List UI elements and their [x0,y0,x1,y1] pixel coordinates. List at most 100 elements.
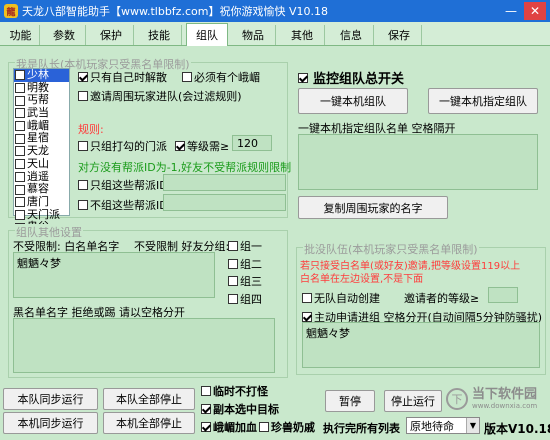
sect-checkbox[interactable] [15,95,25,106]
monitor-switch-checkbox[interactable] [298,72,308,83]
sect-checkbox[interactable] [15,146,25,157]
group1-checkbox[interactable] [228,241,238,251]
invite-nearby-checkbox[interactable] [78,91,88,101]
group2-checkbox[interactable] [228,259,238,269]
sect-checkbox[interactable] [15,133,25,144]
tab-skills[interactable]: 技能 [137,25,182,45]
chevron-down-icon[interactable]: ▼ [466,418,479,433]
group3-checkbox[interactable] [228,276,238,286]
site-watermark: 下 当下软件园 www.downxia.com [446,384,546,414]
tab-params[interactable]: 参数 [43,25,86,45]
pause-button[interactable]: 暂停 [325,390,375,412]
sect-checkbox[interactable] [15,209,25,220]
rules-label: 规则: [78,123,104,136]
level-value-input[interactable]: 120 [232,135,272,151]
team-stop-all-button[interactable]: 本队全部停止 [103,388,195,410]
guild-note: 对方没有帮派ID为-1,好友不受帮派规则限制 [78,161,292,174]
sect-item[interactable]: 少林 [14,68,69,82]
only-guild-checkbox[interactable] [78,180,88,190]
only-guild-option[interactable]: 只组这些帮派ID [78,177,168,193]
designated-list-input[interactable] [298,134,538,190]
group2-option[interactable]: 组二 [228,256,262,272]
group4-option[interactable]: 组四 [228,291,262,307]
auto-create-checkbox[interactable] [302,293,312,303]
pc-stop-all-button[interactable]: 本机全部停止 [103,412,195,434]
pet-feed-checkbox[interactable] [259,422,269,432]
emei-heal-checkbox[interactable] [201,422,211,432]
wait-mode-select[interactable]: 原地待命 ▼ [406,417,480,434]
one-key-designated-button[interactable]: 一键本机指定组队 [428,88,538,114]
emei-heal-option[interactable]: 峨嵋加血 [201,419,257,435]
title-bar: 龍 天龙八部智能助手【www.tlbbfz.com】祝你游戏愉快 V10.18 [0,0,550,22]
dissolve-alone-checkbox[interactable] [78,72,88,82]
must-emei-checkbox[interactable] [182,72,192,82]
dissolve-alone-option[interactable]: 只有自己时解散 [78,69,167,85]
stop-run-button[interactable]: 停止运行 [384,390,442,412]
only-checked-sects-option[interactable]: 只组打勾的门派 [78,138,167,154]
watermark-url: www.downxia.com [472,402,538,410]
sect-item[interactable]: 慕容 [14,182,69,196]
one-key-team-button[interactable]: 一键本机组队 [298,88,408,114]
sect-item[interactable]: 唐门 [14,195,69,209]
select-target-option[interactable]: 副本选中目标 [201,401,279,417]
inviter-level-input[interactable] [488,287,518,303]
group3-option[interactable]: 组三 [228,273,262,289]
auto-create-option[interactable]: 无队自动创建 [302,290,380,306]
tab-team[interactable]: 组队 [186,23,228,46]
watermark-name: 当下软件园 [472,387,538,402]
app-logo-icon: 龍 [4,4,18,18]
select-target-checkbox[interactable] [201,404,211,414]
whitelist-input[interactable]: 魍魉々梦 [13,252,215,298]
inviter-level-label: 邀请者的等级≥ [404,292,480,305]
not-guild-checkbox[interactable] [78,200,88,210]
sect-checkbox[interactable] [15,184,25,195]
sect-checkbox[interactable] [15,121,25,132]
sect-item[interactable]: 天龙 [14,144,69,158]
sect-checkbox[interactable] [15,83,25,94]
rejected-note-2: 白名单在左边设置,不是下面 [300,274,424,285]
sect-checkbox[interactable] [15,70,25,81]
only-checked-sects-checkbox[interactable] [78,141,88,151]
sect-checkbox[interactable] [15,171,25,182]
group1-option[interactable]: 组一 [228,238,262,254]
tab-info[interactable]: 信息 [329,25,374,45]
tab-function[interactable]: 功能 [2,25,40,45]
minimize-button[interactable]: — [500,2,522,20]
group4-checkbox[interactable] [228,294,238,304]
tab-save[interactable]: 保存 [377,25,422,45]
sect-item[interactable]: 武当 [14,106,69,120]
sect-checkbox[interactable] [15,159,25,170]
copy-nearby-names-button[interactable]: 复制周围玩家的名字 [298,196,448,219]
team-sync-run-button[interactable]: 本队同步运行 [3,388,98,410]
level-need-option[interactable]: 等级需≥ [175,138,229,154]
invite-nearby-option[interactable]: 邀请周围玩家进队(会过滤规则) [78,88,242,104]
sect-checkbox[interactable] [15,108,25,119]
blacklist-input[interactable] [13,318,275,373]
pc-sync-run-button[interactable]: 本机同步运行 [3,412,98,434]
close-button[interactable]: ✕ [524,2,546,20]
sect-list[interactable]: 少林 明教 丐帮 武当 峨嵋 星宿 天龙 天山 逍遥 慕容 唐门 天门派 鬼谷 [13,68,70,233]
tab-other[interactable]: 其他 [280,25,325,45]
sect-checkbox[interactable] [15,197,25,208]
monitor-switch[interactable]: 监控组队总开关 [298,68,404,87]
watermark-logo-icon: 下 [446,388,468,410]
only-guild-input[interactable] [163,174,286,191]
exec-list-label: 执行完所有列表 [323,422,400,435]
auto-apply-input[interactable]: 魍魉々梦 [302,322,540,368]
rejected-group-legend: 批没队伍(本机玩家只受黑名单限制) [303,241,479,257]
temp-no-fight-checkbox[interactable] [201,386,211,396]
window-title: 天龙八部智能助手【www.tlbbfz.com】祝你游戏愉快 V10.18 [22,5,328,18]
tab-items[interactable]: 物品 [231,25,276,45]
sect-item[interactable]: 天山 [14,157,69,171]
not-guild-option[interactable]: 不组这些帮派ID [78,197,168,213]
version-label: 版本V10.18 [484,422,550,436]
temp-no-fight-option[interactable]: 临时不打怪 [201,383,268,399]
tab-protect[interactable]: 保护 [89,25,134,45]
auto-apply-checkbox[interactable] [302,312,312,322]
must-emei-option[interactable]: 必须有个峨嵋 [182,69,260,85]
wait-mode-value: 原地待命 [410,419,454,433]
not-guild-input[interactable] [163,194,286,211]
pet-feed-option[interactable]: 珍兽奶戚 [259,419,315,435]
tab-bar: 功能 参数 保护 技能 组队 物品 其他 信息 保存 [0,22,550,46]
level-need-checkbox[interactable] [175,141,185,151]
